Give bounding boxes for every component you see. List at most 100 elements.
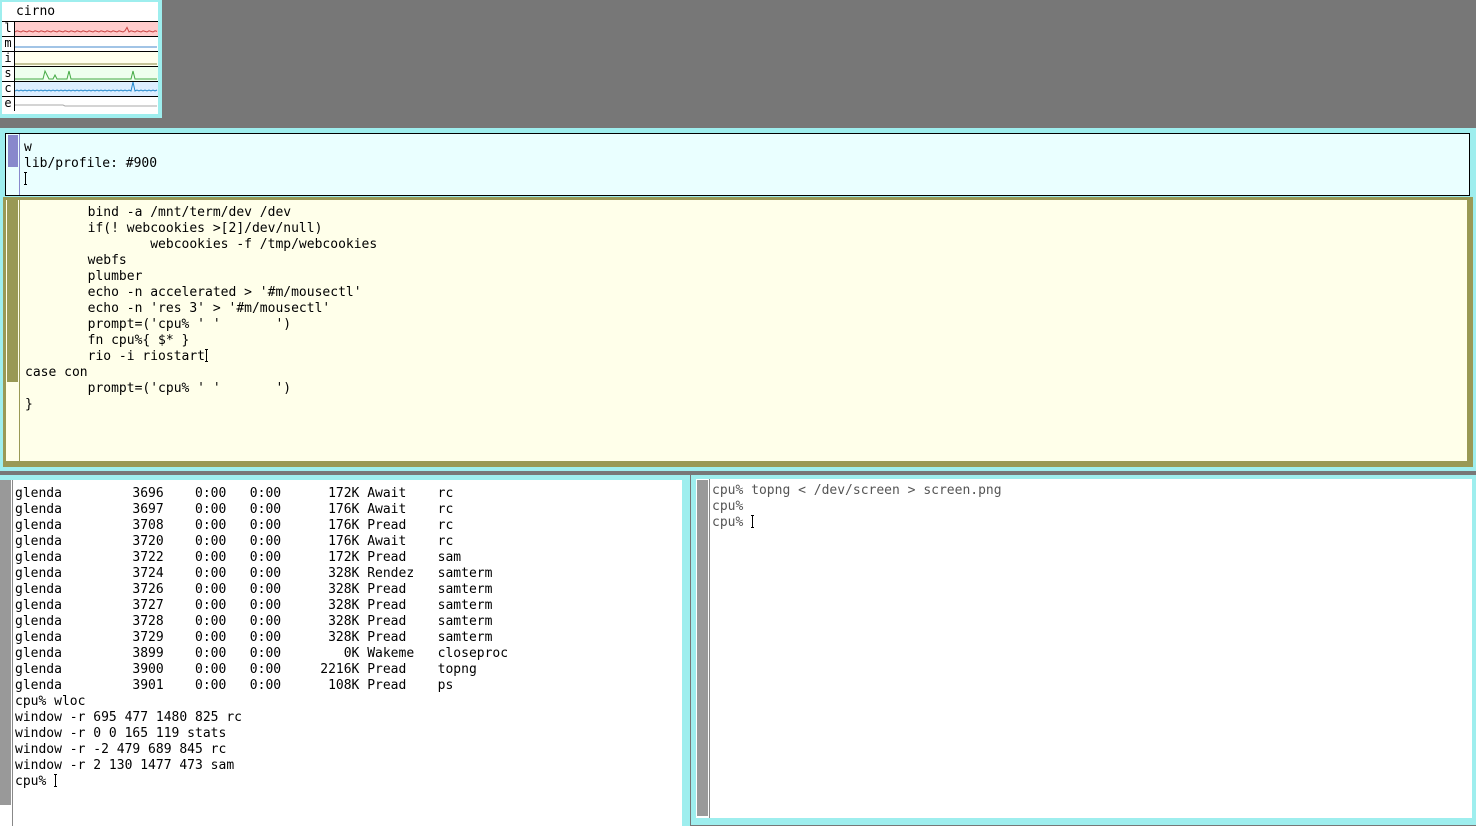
terminal-line: cpu% xyxy=(712,499,1002,515)
command-line xyxy=(24,172,157,188)
terminal-line: glenda 3726 0:00 0:00 328K Pread samterm xyxy=(15,582,508,598)
terminal-line: glenda 3722 0:00 0:00 172K Pread sam xyxy=(15,550,508,566)
sam-file-scroll-thumb[interactable] xyxy=(7,200,18,382)
file-line-content: webfs xyxy=(25,253,127,268)
terminal-line-content: glenda 3899 0:00 0:00 0K Wakeme closepro… xyxy=(15,646,509,661)
file-line: plumber xyxy=(25,269,377,285)
sam-window[interactable]: w lib/profile: #900 bind -a /mnt/term/dev… xyxy=(0,128,1476,471)
file-line-content: prompt=('cpu% ' ' ') xyxy=(25,381,292,396)
sam-file-text[interactable]: bind -a /mnt/term/dev /dev if(! webcooki… xyxy=(25,205,377,413)
stats-sparkline xyxy=(14,81,158,92)
stats-sparkline xyxy=(14,26,158,33)
terminal-line-content: cpu% topng < /dev/screen > screen.png xyxy=(712,483,1002,498)
sam-command-text[interactable]: w lib/profile: #900 xyxy=(24,140,157,188)
terminal-line: glenda 3697 0:00 0:00 176K Await rc xyxy=(15,502,508,518)
rc-right-scrollbar[interactable] xyxy=(696,479,710,818)
stats-row-label: s xyxy=(2,67,15,81)
stats-row-s[interactable]: s xyxy=(2,66,158,81)
file-line: prompt=('cpu% ' ' ') xyxy=(25,317,377,333)
rc-window-right[interactable]: cpu% topng < /dev/screen > screen.png cpu… xyxy=(691,475,1476,825)
terminal-line: glenda 3900 0:00 0:00 2216K Pread topng xyxy=(15,662,508,678)
rc-left-text[interactable]: glenda 3696 0:00 0:00 172K Await rc glend… xyxy=(15,486,508,790)
rc-left-scroll-thumb[interactable] xyxy=(0,480,11,805)
terminal-line-content: window -r -2 479 689 845 rc xyxy=(15,742,227,757)
rc-right-text[interactable]: cpu% topng < /dev/screen > screen.png cpu… xyxy=(712,483,1002,531)
file-line-content: plumber xyxy=(25,269,143,284)
stats-graph xyxy=(15,52,158,66)
sam-file-scrollbar[interactable] xyxy=(6,200,20,461)
sam-command-pane[interactable]: w lib/profile: #900 xyxy=(5,133,1470,196)
sam-command-scrollbar[interactable] xyxy=(6,134,20,195)
command-line-content: w xyxy=(24,140,32,155)
terminal-line: glenda 3729 0:00 0:00 328K Pread samterm xyxy=(15,630,508,646)
terminal-line-content: glenda 3727 0:00 0:00 328K Pread samterm xyxy=(15,598,493,613)
rc-left-scrollbar[interactable] xyxy=(0,480,13,826)
terminal-line: window -r -2 479 689 845 rc xyxy=(15,742,508,758)
stats-sparkline xyxy=(15,104,157,107)
stats-window[interactable]: cirno lmisce xyxy=(0,0,162,118)
stats-row-i[interactable]: i xyxy=(2,51,158,66)
terminal-line-content: glenda 3720 0:00 0:00 176K Await rc xyxy=(15,534,454,549)
terminal-line-content: window -r 695 477 1480 825 rc xyxy=(15,710,242,725)
terminal-line-content: glenda 3724 0:00 0:00 328K Rendez samter… xyxy=(15,566,493,581)
file-line-content: case con xyxy=(25,365,88,380)
stats-graphs: lmisce xyxy=(2,21,158,111)
file-line: if(! webcookies >[2]/dev/null) xyxy=(25,221,377,237)
file-line-content: webcookies -f /tmp/webcookies xyxy=(25,237,378,252)
stats-row-l[interactable]: l xyxy=(2,21,158,36)
terminal-line: glenda 3727 0:00 0:00 328K Pread samterm xyxy=(15,598,508,614)
file-line: fn cpu%{ $* } xyxy=(25,333,377,349)
rc-window-left[interactable]: glenda 3696 0:00 0:00 172K Await rc glend… xyxy=(0,475,690,826)
terminal-line-content: glenda 3901 0:00 0:00 108K Pread ps xyxy=(15,678,454,693)
stats-row-c[interactable]: c xyxy=(2,81,158,96)
file-line: prompt=('cpu% ' ' ') xyxy=(25,381,377,397)
text-cursor xyxy=(751,515,755,528)
terminal-line: cpu% topng < /dev/screen > screen.png xyxy=(712,483,1002,499)
file-line-content: prompt=('cpu% ' ' ') xyxy=(25,317,292,332)
text-cursor xyxy=(24,172,27,185)
stats-row-e[interactable]: e xyxy=(2,96,158,111)
rc-right-scroll-thumb[interactable] xyxy=(697,480,708,816)
terminal-line: window -r 695 477 1480 825 rc xyxy=(15,710,508,726)
stats-panel: cirno lmisce xyxy=(2,2,158,114)
stats-graph xyxy=(14,22,158,36)
stats-sparkline xyxy=(15,69,157,80)
stats-row-label: c xyxy=(2,82,15,96)
terminal-line: glenda 3899 0:00 0:00 0K Wakeme closepro… xyxy=(15,646,508,662)
terminal-line: glenda 3901 0:00 0:00 108K Pread ps xyxy=(15,678,508,694)
stats-row-label: i xyxy=(2,52,15,66)
terminal-line-content: cpu% xyxy=(712,515,752,530)
command-line: lib/profile: #900 xyxy=(24,156,157,172)
terminal-line-content: glenda 3728 0:00 0:00 328K Pread samterm xyxy=(15,614,493,629)
stats-line xyxy=(15,69,157,80)
terminal-line-content: glenda 3900 0:00 0:00 2216K Pread topng xyxy=(15,662,477,677)
stats-sparkline xyxy=(15,63,157,65)
stats-graph xyxy=(15,97,158,111)
file-line: echo -n accelerated > '#m/mousectl' xyxy=(25,285,377,301)
file-line: webfs xyxy=(25,253,377,269)
terminal-line-content: glenda 3722 0:00 0:00 172K Pread sam xyxy=(15,550,462,565)
file-line-content: bind -a /mnt/term/dev /dev xyxy=(25,205,292,220)
terminal-line: cpu% xyxy=(15,774,508,790)
terminal-line-content: glenda 3697 0:00 0:00 176K Await rc xyxy=(15,502,454,517)
terminal-line: window -r 0 0 165 119 stats xyxy=(15,726,508,742)
file-line-content: fn cpu%{ $* } xyxy=(25,333,190,348)
file-line-content: rio -i riostart xyxy=(25,349,206,364)
terminal-line: cpu% xyxy=(712,515,1002,531)
terminal-line-content: glenda 3708 0:00 0:00 176K Pread rc xyxy=(15,518,454,533)
file-line-content: if(! webcookies >[2]/dev/null) xyxy=(25,221,323,236)
stats-row-label: e xyxy=(2,97,15,111)
terminal-line-content: cpu% xyxy=(712,499,752,514)
text-cursor xyxy=(54,774,58,787)
file-line-content: } xyxy=(25,397,33,412)
terminal-line-content: glenda 3729 0:00 0:00 328K Pread samterm xyxy=(15,630,493,645)
terminal-line: glenda 3708 0:00 0:00 176K Pread rc xyxy=(15,518,508,534)
file-line: case con xyxy=(25,365,377,381)
file-line: webcookies -f /tmp/webcookies xyxy=(25,237,377,253)
terminal-line: window -r 2 130 1477 473 sam xyxy=(15,758,508,774)
stats-row-m[interactable]: m xyxy=(2,36,158,51)
text-cursor xyxy=(205,349,209,362)
sam-file-pane[interactable]: bind -a /mnt/term/dev /dev if(! webcooki… xyxy=(3,197,1473,467)
stats-graph xyxy=(15,37,158,51)
sam-command-scroll-thumb[interactable] xyxy=(8,135,18,167)
